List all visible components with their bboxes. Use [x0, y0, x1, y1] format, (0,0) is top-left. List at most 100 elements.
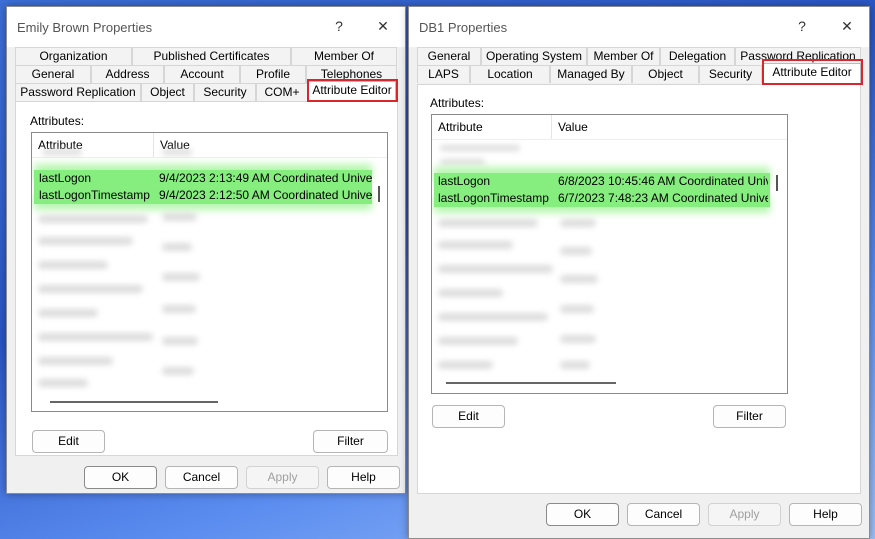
tab-laps[interactable]: LAPS — [417, 65, 470, 83]
blurred-row — [440, 145, 520, 151]
blurred-row — [162, 273, 200, 281]
blurred-row — [438, 313, 548, 321]
row-value: 6/7/2023 7:48:23 AM Coordinated Universa… — [558, 191, 768, 205]
blurred-row — [38, 379, 88, 387]
blurred-row — [38, 285, 143, 293]
row-value: 9/4/2023 2:12:50 AM Coordinated Universa… — [159, 188, 372, 202]
blurred-row — [438, 241, 513, 249]
blurred-row — [38, 333, 153, 341]
tab-password-replication[interactable]: Password Replication — [15, 83, 141, 101]
tab-member-of[interactable]: Member Of — [587, 47, 660, 65]
title-bar[interactable]: Emily Brown Properties ? ✕ — [7, 7, 405, 47]
tab-delegation[interactable]: Delegation — [660, 47, 735, 65]
tab-member-of[interactable]: Member Of — [291, 47, 397, 65]
edit-button[interactable]: Edit — [32, 430, 105, 453]
tab-operating-system[interactable]: Operating System — [481, 47, 587, 65]
attributes-list[interactable]: Attribute Value lastLogon 6/8/2023 10:45… — [431, 114, 788, 394]
blurred-row — [560, 335, 596, 343]
window-title: DB1 Properties — [419, 20, 508, 35]
ok-button[interactable]: OK — [546, 503, 619, 526]
tab-account[interactable]: Account — [164, 65, 240, 83]
tab-attribute-editor[interactable]: Attribute Editor — [308, 81, 396, 102]
tab-managed-by[interactable]: Managed By — [550, 65, 632, 83]
row-attribute: lastLogon — [438, 174, 491, 188]
column-header-attribute[interactable]: Attribute — [432, 115, 552, 139]
header-divider — [432, 139, 787, 140]
apply-button: Apply — [246, 466, 319, 489]
table-row[interactable]: lastLogon 6/8/2023 10:45:46 AM Coordinat… — [434, 173, 770, 190]
blurred-row — [438, 361, 493, 369]
tab-location[interactable]: Location — [470, 65, 550, 83]
help-icon[interactable]: ? — [791, 16, 813, 36]
help-icon[interactable]: ? — [328, 16, 350, 36]
blurred-row — [38, 261, 108, 269]
blurred-row — [438, 265, 553, 273]
tab-published-certificates[interactable]: Published Certificates — [132, 47, 291, 65]
tab-general[interactable]: General — [417, 47, 481, 65]
vertical-scrollbar-thumb[interactable] — [776, 175, 778, 191]
tab-page: Attributes: Attribute Value lastLogon 9/… — [15, 101, 398, 456]
blurred-row — [162, 367, 194, 375]
tab-security[interactable]: Security — [699, 65, 762, 83]
tab-attribute-editor[interactable]: Attribute Editor — [763, 63, 861, 84]
title-bar[interactable]: DB1 Properties ? ✕ — [409, 7, 869, 47]
vertical-scrollbar-thumb[interactable] — [378, 186, 380, 202]
blurred-row — [38, 309, 98, 317]
filter-button[interactable]: Filter — [713, 405, 786, 428]
blurred-row — [560, 275, 598, 283]
close-icon[interactable]: ✕ — [836, 16, 858, 36]
blurred-row — [560, 305, 594, 313]
blurred-row — [162, 305, 196, 313]
blurred-row — [438, 337, 518, 345]
blurred-row — [560, 219, 596, 227]
blurred-row — [162, 213, 197, 221]
tab-security[interactable]: Security — [194, 83, 256, 101]
attributes-label: Attributes: — [30, 114, 85, 128]
horizontal-scrollbar-thumb[interactable] — [446, 382, 616, 384]
blurred-row — [560, 247, 592, 255]
column-header-value[interactable]: Value — [552, 115, 787, 139]
blurred-row — [162, 243, 192, 251]
apply-button: Apply — [708, 503, 781, 526]
ok-button[interactable]: OK — [84, 466, 157, 489]
help-button[interactable]: Help — [327, 466, 400, 489]
blurred-row — [162, 337, 198, 345]
help-button[interactable]: Help — [789, 503, 862, 526]
row-attribute: lastLogonTimestamp — [438, 191, 549, 205]
row-value: 9/4/2023 2:13:49 AM Coordinated Universa… — [159, 171, 372, 185]
tab-page: Attributes: Attribute Value lastLogon 6/… — [417, 84, 861, 494]
header-divider — [32, 157, 387, 158]
blurred-row — [440, 159, 485, 165]
row-attribute: lastLogon — [39, 171, 92, 185]
blurred-row — [38, 237, 133, 245]
blurred-row — [162, 149, 192, 155]
edit-button[interactable]: Edit — [432, 405, 505, 428]
attributes-label: Attributes: — [430, 96, 485, 110]
blurred-row — [38, 357, 113, 365]
tab-object[interactable]: Object — [141, 83, 194, 101]
cancel-button[interactable]: Cancel — [165, 466, 238, 489]
tab-general[interactable]: General — [15, 65, 91, 83]
emily-brown-properties-dialog: Emily Brown Properties ? ✕ Organization … — [6, 6, 406, 494]
close-icon[interactable]: ✕ — [372, 16, 394, 36]
filter-button[interactable]: Filter — [313, 430, 388, 453]
tab-object[interactable]: Object — [632, 65, 699, 83]
tab-address[interactable]: Address — [91, 65, 164, 83]
window-title: Emily Brown Properties — [17, 20, 153, 35]
tab-profile[interactable]: Profile — [240, 65, 306, 83]
tab-com-plus[interactable]: COM+ — [256, 83, 308, 101]
blurred-row — [560, 361, 590, 369]
table-row[interactable]: lastLogonTimestamp 9/4/2023 2:12:50 AM C… — [34, 187, 372, 204]
db1-properties-dialog: DB1 Properties ? ✕ General Operating Sys… — [408, 6, 870, 539]
horizontal-scrollbar-thumb[interactable] — [50, 401, 218, 403]
table-row[interactable]: lastLogon 9/4/2023 2:13:49 AM Coordinate… — [34, 170, 372, 187]
blurred-row — [38, 215, 148, 223]
blurred-row — [438, 219, 538, 227]
cancel-button[interactable]: Cancel — [627, 503, 700, 526]
blurred-row — [438, 289, 503, 297]
tab-organization[interactable]: Organization — [15, 47, 132, 65]
attributes-list[interactable]: Attribute Value lastLogon 9/4/2023 2:13:… — [31, 132, 388, 412]
table-row[interactable]: lastLogonTimestamp 6/7/2023 7:48:23 AM C… — [434, 190, 770, 207]
blurred-row — [42, 149, 82, 155]
row-value: 6/8/2023 10:45:46 AM Coordinated Univers… — [558, 174, 768, 188]
